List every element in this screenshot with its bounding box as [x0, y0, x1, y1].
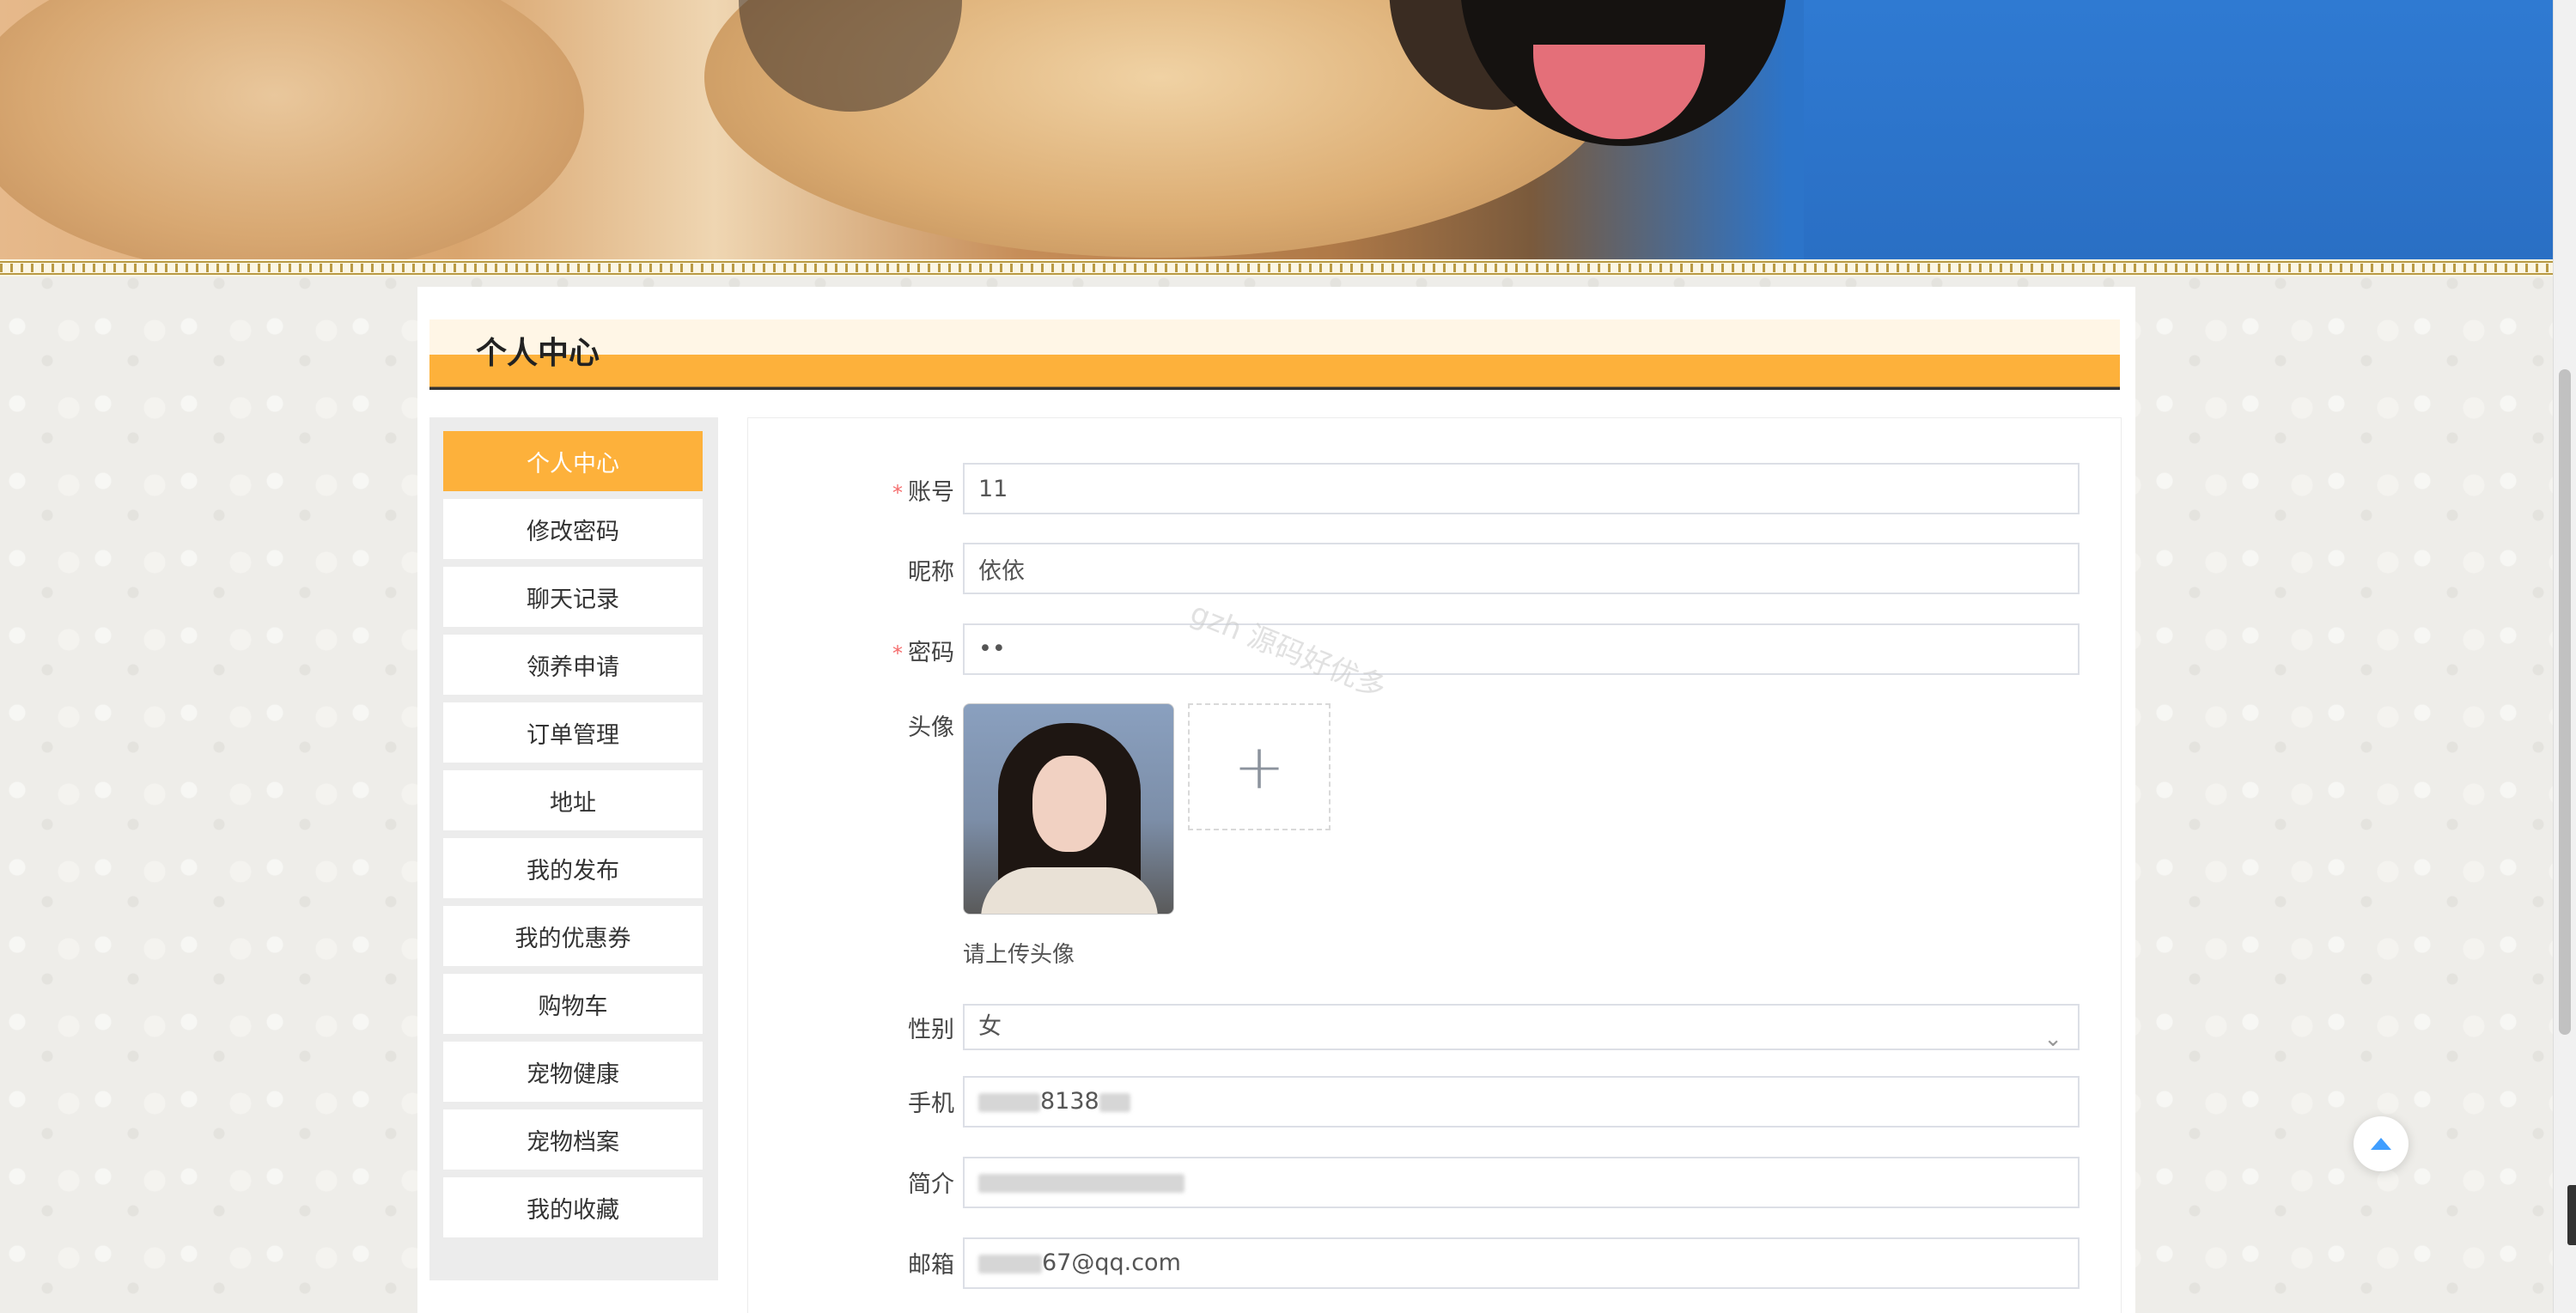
account-field[interactable]: [963, 463, 2080, 514]
blurred-text: [978, 1173, 1184, 1193]
plus-icon: +: [1233, 731, 1286, 803]
gender-value: 女: [978, 1013, 1002, 1040]
password-field[interactable]: ••: [963, 623, 2080, 675]
profile-form: *账号 昵称 *密码 •• 头像: [747, 417, 2122, 1313]
nickname-input[interactable]: [978, 544, 2064, 593]
phone-visible-value: 8138: [1040, 1088, 1099, 1115]
avatar-image[interactable]: [963, 703, 1174, 915]
sidebar-item-cart[interactable]: 购物车: [443, 974, 703, 1034]
intro-field[interactable]: [963, 1157, 2080, 1208]
page-title-bar: 个人中心: [429, 319, 2120, 390]
header-banner-image: [0, 0, 2553, 259]
nickname-field[interactable]: [963, 543, 2080, 594]
email-visible-value: 67@qq.com: [1042, 1249, 1181, 1276]
blurred-text: [978, 1092, 1040, 1112]
gender-select[interactable]: 女 ⌄: [963, 1004, 2080, 1052]
sidebar-menu: 个人中心 修改密码 聊天记录 领养申请 订单管理 地址 我的发布 我的优惠券 购…: [429, 417, 718, 1280]
gender-label: 性别: [908, 1017, 954, 1043]
sidebar-item-profile[interactable]: 个人中心: [443, 431, 703, 491]
sidebar-item-adoption-requests[interactable]: 领养申请: [443, 635, 703, 695]
main-panel: 个人中心 个人中心 修改密码 聊天记录 领养申请 订单管理 地址 我的发布 我的…: [417, 287, 2135, 1313]
password-label-text: 密码: [908, 640, 954, 666]
sidebar-item-coupons[interactable]: 我的优惠券: [443, 906, 703, 966]
required-mark: *: [892, 641, 903, 666]
email-field[interactable]: 67@qq.com: [963, 1237, 2080, 1289]
form-row-avatar: 头像 + 请上传头像: [748, 703, 2122, 978]
phone-label: 手机: [908, 1091, 954, 1117]
page-title: 个人中心: [476, 336, 600, 371]
dog-fur-shape: [0, 0, 584, 259]
account-input[interactable]: [978, 465, 2064, 513]
chevron-down-icon: ⌄: [2043, 1026, 2062, 1052]
side-tab-handle[interactable]: [2567, 1185, 2576, 1245]
caret-up-icon: [2371, 1138, 2391, 1150]
sidebar-item-address[interactable]: 地址: [443, 770, 703, 830]
decorative-border: [0, 259, 2553, 277]
sidebar-item-chat-history[interactable]: 聊天记录: [443, 567, 703, 627]
sidebar-item-pet-records[interactable]: 宠物档案: [443, 1109, 703, 1170]
avatar-face-shape: [1032, 756, 1106, 852]
password-label: * 密码: [892, 634, 954, 667]
phone-field[interactable]: 8138: [963, 1076, 2080, 1128]
page-scrollbar[interactable]: [2553, 0, 2576, 1313]
sidebar-item-orders[interactable]: 订单管理: [443, 702, 703, 763]
nickname-label: 昵称: [908, 559, 954, 586]
intro-label: 简介: [908, 1171, 954, 1198]
email-label: 邮箱: [908, 1252, 954, 1279]
sidebar-item-my-posts[interactable]: 我的发布: [443, 838, 703, 898]
required-mark: *: [892, 481, 903, 505]
scrollbar-thumb[interactable]: [2559, 369, 2571, 1035]
back-to-top-button[interactable]: [2354, 1116, 2409, 1171]
avatar-body-shape: [981, 867, 1158, 914]
password-value[interactable]: ••: [978, 635, 1006, 662]
sidebar-item-change-password[interactable]: 修改密码: [443, 499, 703, 559]
sidebar-item-pet-health[interactable]: 宠物健康: [443, 1042, 703, 1102]
account-label-text: 账号: [908, 479, 954, 506]
avatar-upload-button[interactable]: +: [1188, 703, 1331, 830]
avatar-label: 头像: [908, 714, 954, 741]
avatar-hint: 请上传头像: [963, 942, 1075, 968]
account-label: * 账号: [892, 473, 954, 507]
blurred-text: [978, 1254, 1042, 1273]
sky-background: [1804, 0, 2553, 259]
sidebar-item-favorites[interactable]: 我的收藏: [443, 1177, 703, 1237]
blurred-text: [1099, 1092, 1130, 1112]
